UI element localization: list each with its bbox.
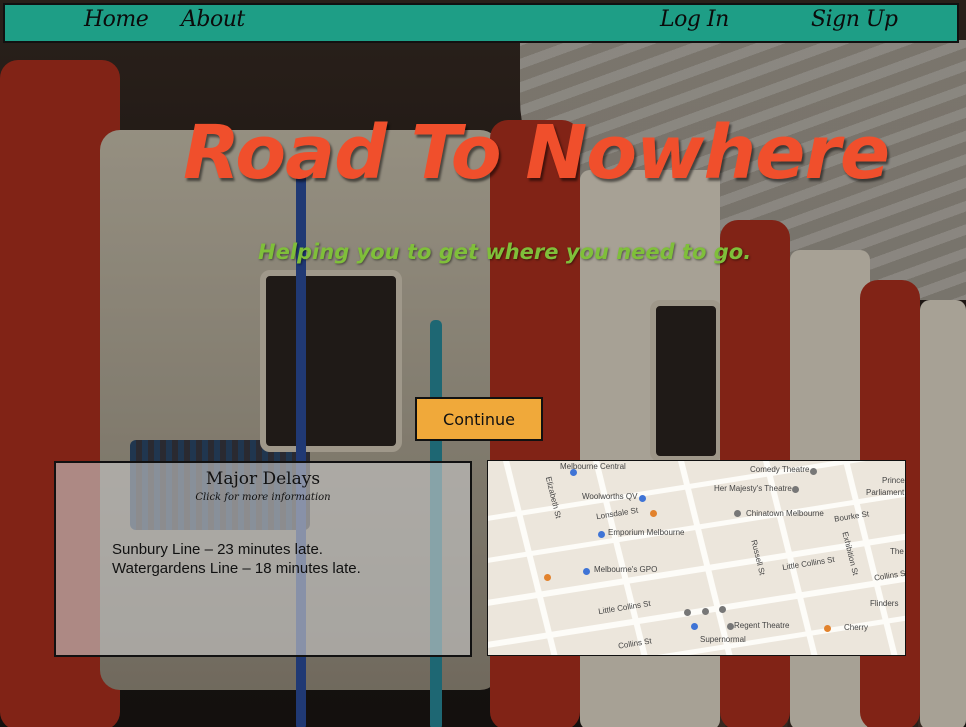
nav-home-link[interactable]: Home: [84, 7, 149, 32]
map-label: Chinatown Melbourne: [746, 509, 824, 518]
map-pin[interactable]: [650, 510, 657, 517]
map-pin[interactable]: [691, 623, 698, 630]
map-label: Her Majesty's Theatre: [714, 484, 792, 493]
delay-item: Watergardens Line – 18 minutes late.: [112, 560, 361, 577]
delay-item: Sunbury Line – 23 minutes late.: [112, 541, 323, 558]
delays-subheading[interactable]: Click for more information: [56, 492, 470, 503]
nav-login-link[interactable]: Log In: [660, 7, 729, 32]
map-label: Melbourne's GPO: [594, 565, 658, 574]
map-label: Exhibition St: [840, 530, 860, 577]
map-pin[interactable]: [734, 510, 741, 517]
map-label: Collins St: [617, 636, 653, 651]
top-nav: Home About Log In Sign Up: [3, 3, 959, 43]
map-label: Regent Theatre: [734, 621, 790, 630]
major-delays-panel[interactable]: Major Delays Click for more information …: [54, 461, 472, 657]
map-label: Flinders: [870, 599, 899, 608]
continue-button[interactable]: Continue: [415, 397, 543, 441]
map-label: Emporium Melbourne: [608, 528, 685, 537]
map-pin[interactable]: [583, 568, 590, 575]
city-map[interactable]: Melbourne Central Comedy Theatre Her Maj…: [487, 460, 906, 656]
map-label: Elizabeth St: [543, 475, 563, 520]
map-pin[interactable]: [544, 574, 551, 581]
map-pin[interactable]: [824, 625, 831, 632]
map-pin[interactable]: [598, 531, 605, 538]
map-label: Lonsdale St: [595, 505, 639, 522]
map-label: Cherry: [844, 623, 869, 632]
map-label: Supernormal: [700, 635, 746, 644]
nav-signup-link[interactable]: Sign Up: [811, 7, 898, 32]
map-pin[interactable]: [792, 486, 799, 493]
map-pin[interactable]: [684, 609, 691, 616]
map-pin[interactable]: [719, 606, 726, 613]
delays-heading: Major Delays: [205, 469, 321, 489]
map-pin[interactable]: [810, 468, 817, 475]
map-label: Little Collins St: [597, 598, 652, 617]
map-label: Comedy Theatre: [750, 465, 810, 474]
page-subtitle: Helping you to get where you need to go.: [258, 240, 752, 264]
map-pin[interactable]: [727, 623, 734, 630]
map-label: Princess: [882, 476, 905, 485]
map-label: The: [890, 547, 904, 556]
map-pin[interactable]: [639, 495, 646, 502]
map-label: Woolworths QV: [582, 492, 638, 501]
page: Home About Log In Sign Up Road To Nowher…: [0, 0, 966, 727]
nav-about-link[interactable]: About: [181, 7, 245, 32]
page-title: Road To Nowhere: [183, 110, 890, 196]
map-label: Melbourne Central: [560, 462, 626, 471]
map-label: Parliament: [866, 488, 905, 497]
map-pin[interactable]: [702, 608, 709, 615]
